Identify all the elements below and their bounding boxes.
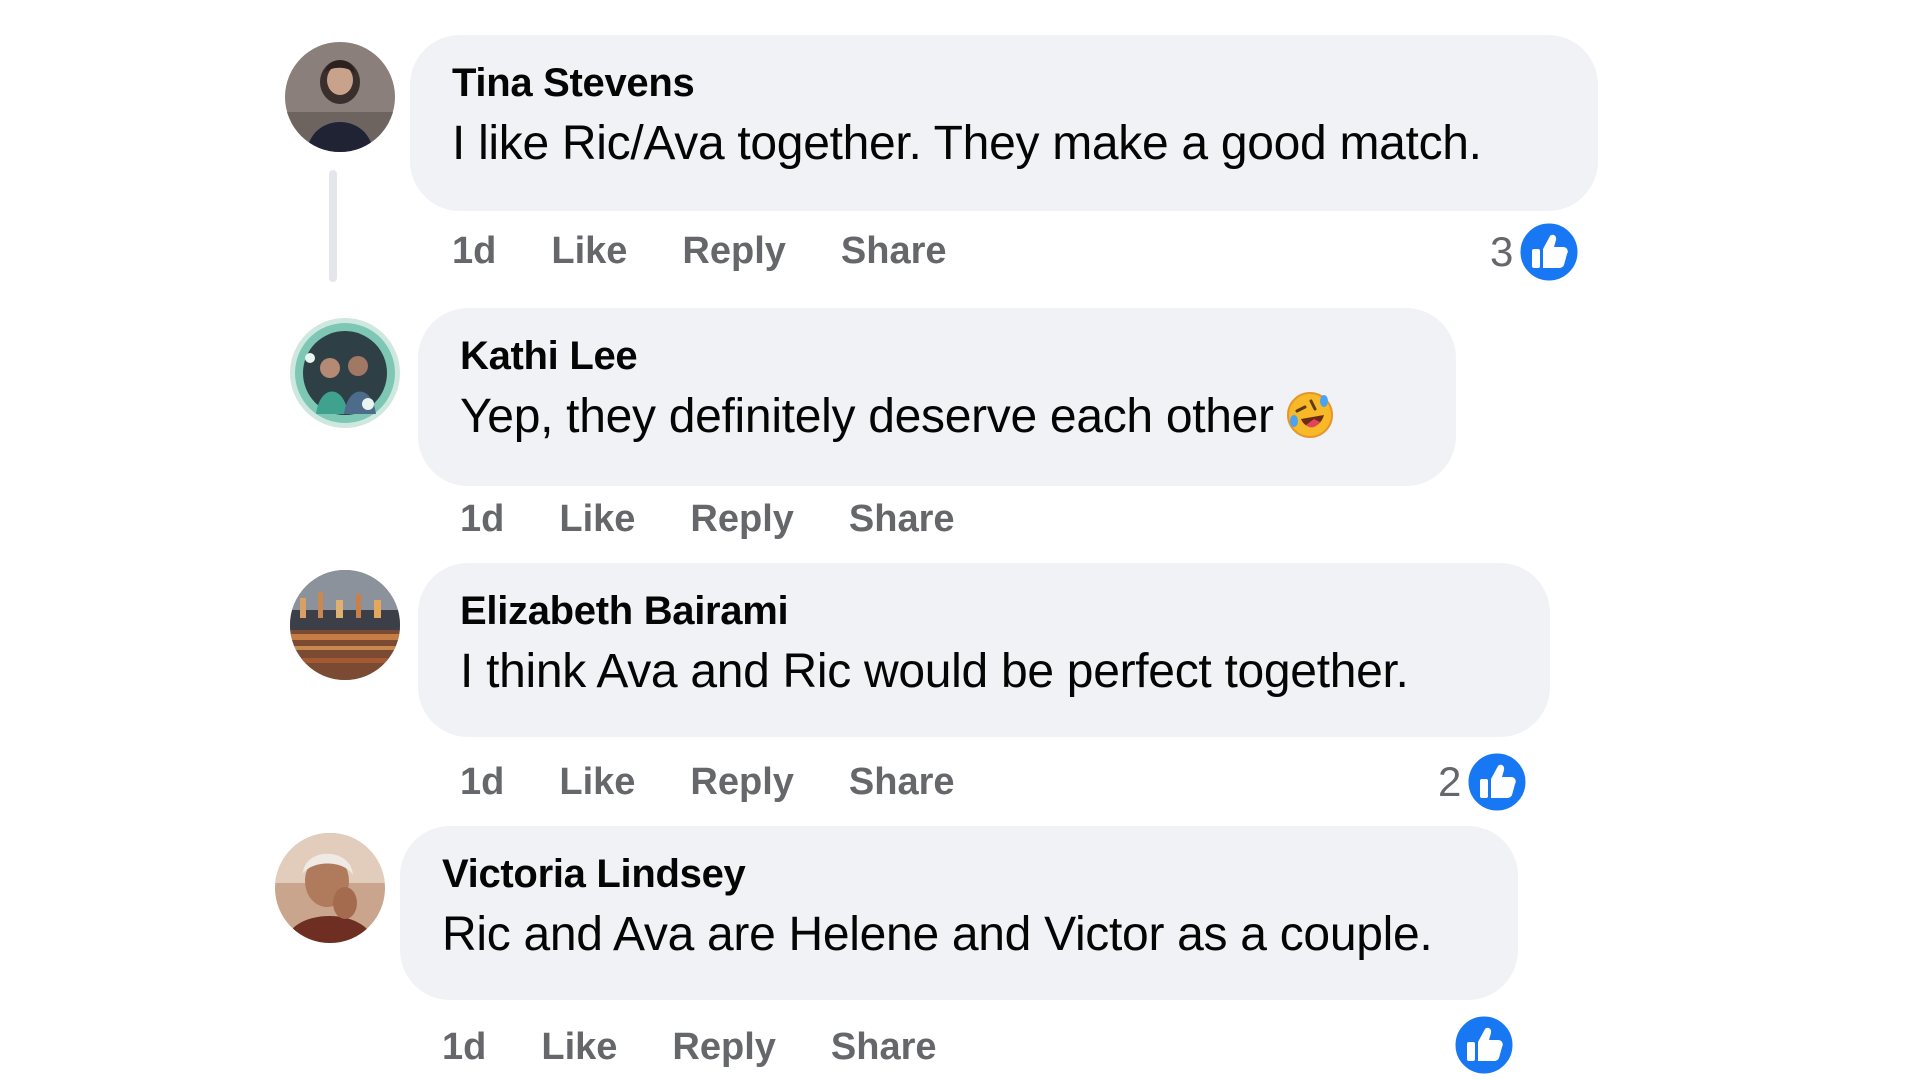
comment-author[interactable]: Tina Stevens [452, 59, 1556, 107]
comment-bubble: Tina Stevens I like Ric/Ava together. Th… [410, 35, 1598, 211]
comment-author[interactable]: Kathi Lee [460, 332, 1414, 380]
comment-text: Yep, they definitely deserve each other [460, 386, 1414, 448]
comment-actions: 1d Like Reply Share [452, 226, 947, 276]
comment-actions: 1d Like Reply Share [460, 494, 955, 544]
comment-timestamp[interactable]: 1d [442, 1026, 486, 1069]
reaction-summary[interactable]: 3 [1490, 220, 1581, 284]
comment-bubble: Elizabeth Bairami I think Ava and Ric wo… [418, 563, 1550, 737]
thumbs-up-icon [1517, 220, 1581, 284]
share-button[interactable]: Share [849, 498, 955, 541]
share-button[interactable]: Share [841, 230, 947, 273]
avatar[interactable] [275, 833, 385, 943]
comment-text-content: Yep, they definitely deserve each other [460, 390, 1274, 443]
avatar-photo-icon [275, 833, 385, 943]
avatar-photo-icon [290, 570, 400, 680]
avatar[interactable] [285, 42, 395, 152]
comment-timestamp[interactable]: 1d [460, 498, 504, 541]
rolling-on-floor-laughing-emoji-icon [1284, 389, 1336, 441]
comment-bubble: Kathi Lee Yep, they definitely deserve e… [418, 308, 1456, 486]
comment-text: I think Ava and Ric would be perfect tog… [460, 645, 1409, 698]
thumbs-up-icon [1452, 1013, 1516, 1077]
reaction-count: 2 [1438, 758, 1462, 805]
avatar[interactable] [290, 570, 400, 680]
thread-connector-line [329, 170, 337, 282]
comment-author[interactable]: Victoria Lindsey [442, 850, 1476, 898]
comment-author[interactable]: Elizabeth Bairami [460, 587, 1508, 635]
comment-text: I like Ric/Ava together. They make a goo… [452, 117, 1482, 170]
comment-actions: 1d Like Reply Share [460, 757, 955, 807]
thumbs-up-icon [1465, 750, 1529, 814]
reply-button[interactable]: Reply [672, 1026, 775, 1069]
like-button[interactable]: Like [559, 761, 635, 804]
comments-section: Tina Stevens I like Ric/Ava together. Th… [0, 0, 1920, 1080]
comment-actions: 1d Like Reply Share [442, 1022, 937, 1072]
reaction-count: 3 [1490, 228, 1514, 275]
comment-text: Ric and Ava are Helene and Victor as a c… [442, 908, 1433, 961]
reply-button[interactable]: Reply [682, 230, 785, 273]
like-button[interactable]: Like [559, 498, 635, 541]
share-button[interactable]: Share [831, 1026, 937, 1069]
comment-bubble: Victoria Lindsey Ric and Ava are Helene … [400, 826, 1518, 1000]
reaction-summary[interactable]: 2 [1438, 750, 1529, 814]
reply-button[interactable]: Reply [690, 761, 793, 804]
like-button[interactable]: Like [551, 230, 627, 273]
avatar[interactable] [290, 318, 400, 428]
avatar-photo-icon [285, 42, 395, 152]
avatar-photo-icon [290, 318, 400, 428]
reaction-summary[interactable] [1452, 1013, 1516, 1077]
comment-timestamp[interactable]: 1d [460, 761, 504, 804]
comment-timestamp[interactable]: 1d [452, 230, 496, 273]
like-button[interactable]: Like [541, 1026, 617, 1069]
share-button[interactable]: Share [849, 761, 955, 804]
reply-button[interactable]: Reply [690, 498, 793, 541]
